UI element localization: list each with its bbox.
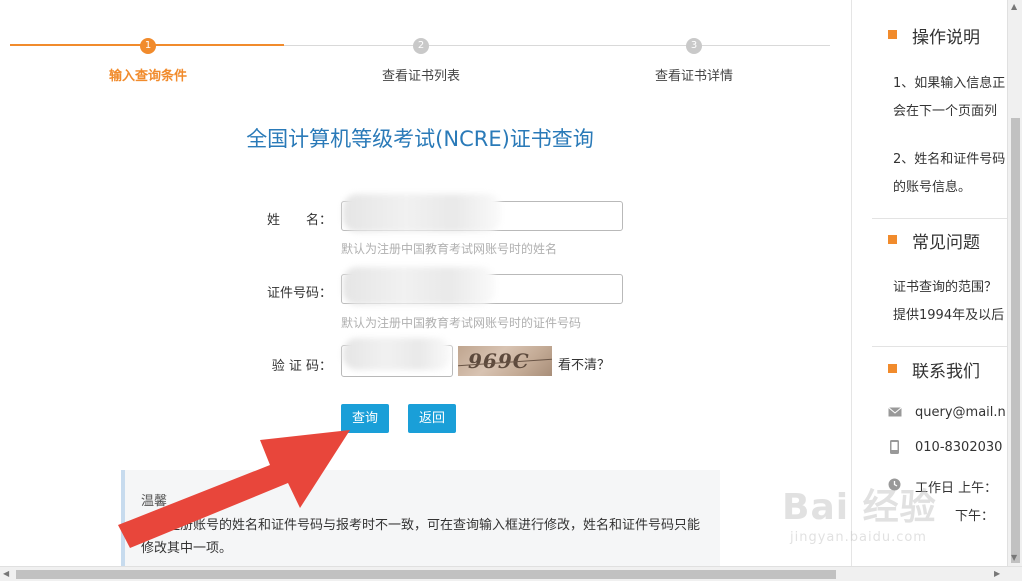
section-marker-icon (888, 30, 897, 39)
scroll-down-arrow-icon[interactable]: ▼ (1011, 553, 1017, 562)
mail-icon (888, 407, 902, 417)
watermark-url: jingyan.baidu.com (790, 530, 927, 545)
sidebar-heading-contact: 联系我们 (912, 362, 980, 382)
sidebar-heading-faq: 常见问题 (912, 233, 980, 253)
section-marker-icon (888, 364, 897, 373)
contact-phone: 010-8302030 (915, 440, 1003, 455)
step-3-badge: 3 (686, 38, 702, 54)
baidu-jingyan-watermark: Bai 经验 jingyan.baidu.com (782, 478, 1012, 558)
faq-line-2: 提供1994年及以后 (893, 308, 1005, 323)
step-1-label: 输入查询条件 (108, 69, 187, 84)
captcha-refresh-link[interactable]: 看不清？ (558, 354, 610, 373)
watermark-logo: Bai 经验 (782, 487, 937, 528)
stepper-line-pending (284, 45, 830, 46)
back-button[interactable]: 返回 (408, 404, 456, 433)
captcha-image[interactable]: 969C (458, 346, 552, 376)
sidebar-divider (872, 346, 1007, 347)
progress-stepper: 1 2 3 输入查询条件 查看证书列表 查看证书详情 (0, 0, 850, 100)
page-title: 全国计算机等级考试(NCRE)证书查询 (246, 127, 594, 151)
id-number-hint: 默认为注册中国教育考试网账号时的证件号码 (341, 316, 582, 330)
name-hint: 默认为注册中国教育考试网账号时的姓名 (341, 242, 558, 256)
step-3-label: 查看证书详情 (654, 69, 733, 84)
id-number-label: 证件号码： (266, 286, 332, 301)
faq-line-1[interactable]: 证书查询的范围？ (893, 276, 997, 295)
contact-email[interactable]: query@mail.n (915, 405, 1006, 420)
sidebar-divider (872, 218, 1007, 219)
instructions-line-1: 1、如果输入信息正 (893, 76, 1006, 91)
scroll-left-arrow-icon[interactable]: ◀ (3, 569, 9, 578)
instructions-line-3: 2、姓名和证件号码 (893, 152, 1006, 167)
redacted-captcha-mask (343, 338, 451, 370)
scroll-up-arrow-icon[interactable]: ▲ (1011, 2, 1017, 11)
captcha-label: 验 证 码： (271, 359, 332, 374)
section-marker-icon (888, 235, 897, 244)
redacted-name-mask (343, 194, 501, 232)
phone-icon (890, 440, 899, 454)
instructions-line-4: 的账号信息。 (893, 180, 972, 195)
name-label: 姓 名： (266, 213, 332, 228)
vertical-scrollbar-thumb[interactable] (1011, 118, 1020, 563)
annotation-arrow-icon (118, 430, 350, 548)
scroll-right-arrow-icon[interactable]: ▶ (994, 569, 1000, 578)
instructions-line-2: 会在下一个页面列 (893, 104, 998, 119)
step-1-badge: 1 (140, 38, 156, 54)
step-2-badge: 2 (413, 38, 429, 54)
horizontal-scrollbar[interactable]: ◀ ▶ (0, 566, 1022, 581)
redacted-id-mask (343, 267, 495, 305)
step-2-label: 查看证书列表 (381, 69, 460, 84)
horizontal-scrollbar-thumb[interactable] (16, 570, 836, 579)
vertical-scrollbar[interactable]: ▲ ▼ (1007, 0, 1022, 566)
sidebar-heading-instructions: 操作说明 (912, 28, 980, 48)
